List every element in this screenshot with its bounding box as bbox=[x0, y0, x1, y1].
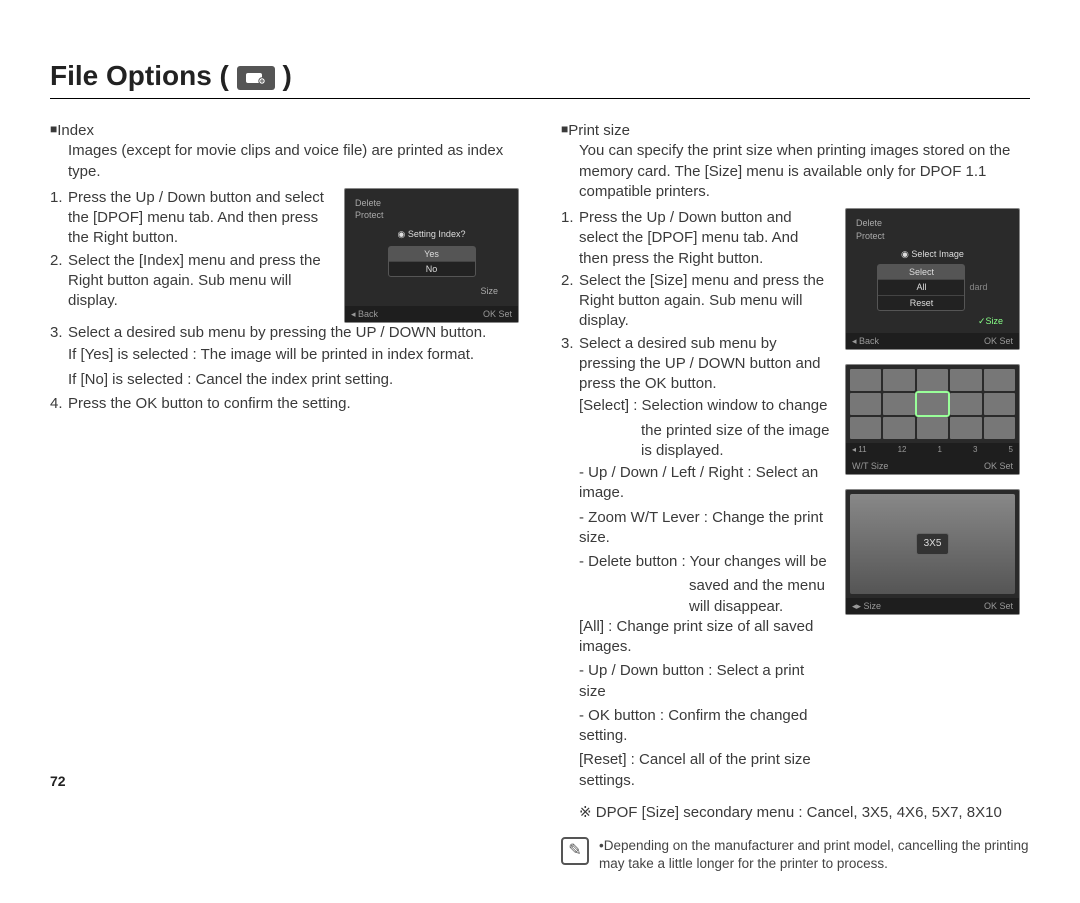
select-line: [Select] : Selection window to change bbox=[579, 396, 831, 416]
step-4: 4.Press the OK button to confirm the set… bbox=[50, 394, 519, 414]
step-1: 1.Press the Up / Down button and select … bbox=[50, 188, 330, 249]
index-intro: Images (except for movie clips and voice… bbox=[68, 141, 519, 182]
print-size-intro: You can specify the print size when prin… bbox=[579, 141, 1030, 202]
r-step-3: 3.Select a desired sub menu by pressing … bbox=[561, 334, 831, 395]
r-step-1: 1.Press the Up / Down button and select … bbox=[561, 208, 831, 269]
d3b: saved and the menu will disappear. bbox=[689, 576, 831, 617]
reset-line: [Reset] : Cancel all of the print size s… bbox=[579, 750, 831, 791]
all-line: [All] : Change print size of all saved i… bbox=[579, 617, 831, 658]
d4: - Up / Down button : Select a print size bbox=[579, 661, 831, 702]
page-number: 72 bbox=[50, 773, 66, 789]
col-index: Index Images (except for movie clips and… bbox=[50, 121, 519, 873]
col-print-size: Print size You can specify the print siz… bbox=[561, 121, 1030, 873]
step-3b: If [No] is selected : Cancel the index p… bbox=[68, 370, 519, 390]
d5: - OK button : Confirm the changed settin… bbox=[579, 706, 831, 747]
r-step-2: 2.Select the [Size] menu and press the R… bbox=[561, 271, 831, 332]
note-block: ✎ Depending on the manufacturer and prin… bbox=[561, 837, 1030, 873]
secondary-menu: DPOF [Size] secondary menu : Cancel, 3X5… bbox=[579, 803, 1030, 823]
note-text: Depending on the manufacturer and print … bbox=[599, 837, 1030, 873]
figure-index-menu: Delete Protect ◉ Setting Index? Yes No S… bbox=[344, 188, 519, 323]
select-line2: the printed size of the image is display… bbox=[641, 421, 831, 462]
note-icon: ✎ bbox=[561, 837, 589, 865]
page-title: File Options ( ) bbox=[50, 60, 292, 92]
figure-size-menu: Delete Protect ◉ Select Image Select All… bbox=[845, 208, 1020, 350]
file-options-icon bbox=[237, 66, 275, 90]
d1: - Up / Down / Left / Right : Select an i… bbox=[579, 463, 831, 504]
d2: - Zoom W/T Lever : Change the print size… bbox=[579, 508, 831, 549]
figure-thumbnail-grid: ◂ 11 12 1 3 5 W/T SizeOK Set bbox=[845, 364, 1020, 475]
step-3: 3.Select a desired sub menu by pressing … bbox=[50, 323, 519, 343]
heading-index: Index bbox=[50, 121, 519, 141]
step-2: 2.Select the [Index] menu and press the … bbox=[50, 251, 330, 312]
step-3a: If [Yes] is selected : The image will be… bbox=[68, 345, 519, 365]
d3: - Delete button : Your changes will be bbox=[579, 552, 831, 572]
page-title-row: File Options ( ) bbox=[50, 60, 1030, 99]
heading-print-size: Print size bbox=[561, 121, 1030, 141]
figure-preview-3x5: 3X5 ◂▸ SizeOK Set bbox=[845, 489, 1020, 615]
